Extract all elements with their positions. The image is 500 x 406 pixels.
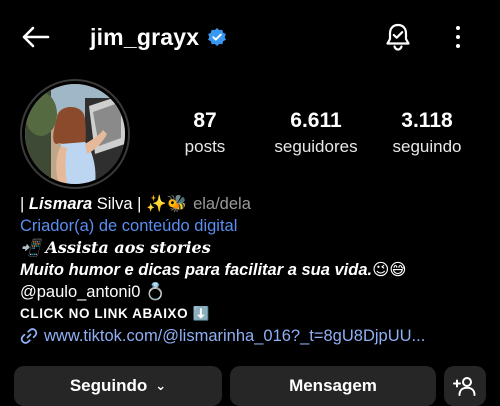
category-label: Criador(a) de conteúdo digital bbox=[20, 217, 238, 235]
posts-label: posts bbox=[184, 137, 226, 156]
message-button[interactable]: Mensagem bbox=[230, 366, 436, 406]
notification-bell-button[interactable] bbox=[381, 20, 415, 54]
posts-count: 87 bbox=[193, 109, 217, 132]
chevron-down-icon: ⌄ bbox=[155, 378, 167, 393]
message-button-label: Mensagem bbox=[289, 376, 377, 395]
profile-photo bbox=[25, 84, 125, 184]
more-options-icon[interactable] bbox=[446, 22, 470, 52]
bio-mention[interactable]: @paulo_antoni0 💍 bbox=[20, 281, 490, 303]
bio-link[interactable]: www.tiktok.com/@lismarinha_016?_t=8gU8Dj… bbox=[20, 325, 490, 347]
bio-link-text: www.tiktok.com/@lismarinha_016?_t=8gU8Dj… bbox=[44, 327, 426, 345]
verified-badge-icon bbox=[207, 27, 227, 47]
stat-posts[interactable]: 87 posts bbox=[145, 108, 265, 159]
bio-line-humor: Muito humor e dicas para facilitar a sua… bbox=[20, 261, 407, 279]
pronouns: ela/dela bbox=[193, 195, 251, 213]
profile-username: jim_grayx bbox=[90, 22, 227, 52]
avatar[interactable] bbox=[20, 79, 130, 189]
back-arrow-icon bbox=[22, 26, 50, 48]
bio-display-name-rest: Silva | ✨🐝 bbox=[92, 195, 188, 213]
bio-line-click: CLICK NO LINK ABAIXO ⬇️ bbox=[20, 306, 211, 321]
username-text: jim_grayx bbox=[90, 23, 200, 50]
add-user-button[interactable] bbox=[444, 366, 486, 406]
following-button[interactable]: Seguindo ⌄ bbox=[14, 366, 222, 406]
top-bar: jim_grayx bbox=[0, 0, 500, 74]
following-count: 3.118 bbox=[401, 109, 453, 132]
add-user-icon bbox=[453, 377, 476, 396]
back-button[interactable] bbox=[18, 22, 52, 52]
link-icon bbox=[20, 327, 38, 345]
following-button-label: Seguindo bbox=[69, 376, 148, 395]
bio-line-stories: 📲 Assista aos stories bbox=[20, 238, 211, 257]
bio-prefix: | bbox=[20, 195, 29, 213]
stat-followers[interactable]: 6.611 seguidores bbox=[256, 108, 376, 159]
followers-label: seguidores bbox=[274, 137, 358, 156]
bio-name-line: | Lismara Silva | ✨🐝 ela/dela bbox=[20, 193, 490, 215]
notification-bell-icon bbox=[386, 23, 410, 51]
following-label: seguindo bbox=[392, 137, 462, 156]
profile-bio: | Lismara Silva | ✨🐝 ela/dela Criador(a) … bbox=[20, 193, 490, 347]
bio-display-name: Lismara bbox=[28, 195, 93, 213]
stat-following[interactable]: 3.118 seguindo bbox=[367, 108, 487, 159]
followers-count: 6.611 bbox=[290, 109, 342, 132]
